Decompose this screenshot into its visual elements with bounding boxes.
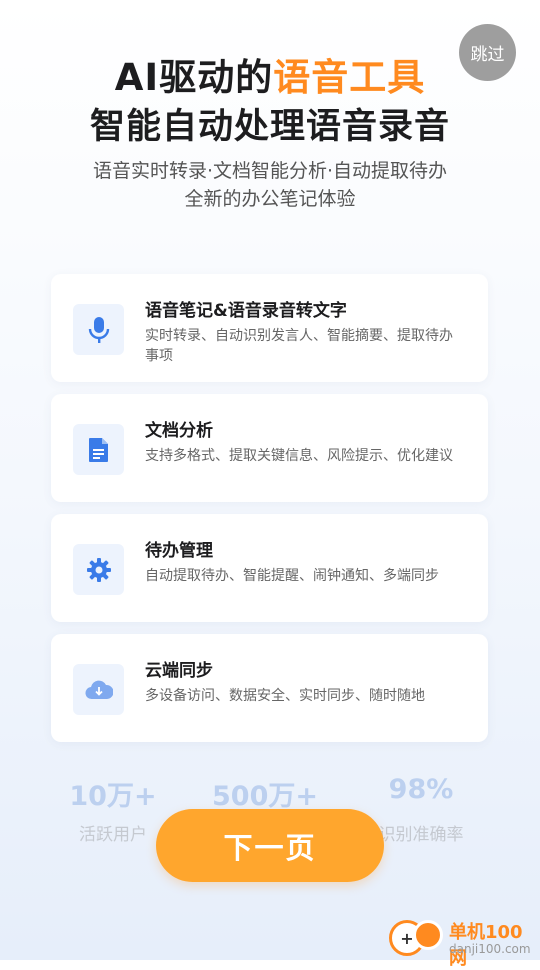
subtitle-line2: 全新的办公笔记体验 xyxy=(184,188,356,210)
feature-card-voice: 语音笔记&语音录音转文字 实时转录、自动识别发言人、智能摘要、提取待办事项 xyxy=(51,274,488,382)
watermark-dot xyxy=(413,920,443,950)
subtitle-line1: 语音实时转录·文档智能分析·自动提取待办 xyxy=(92,160,448,182)
watermark: + 单机100网 danji100.com xyxy=(389,912,540,969)
stat-value: 500万+ xyxy=(212,781,318,812)
gear-icon xyxy=(73,544,124,595)
feature-desc: 多设备访问、数据安全、实时同步、随时随地 xyxy=(145,688,425,704)
feature-card-todo: 待办管理 自动提取待办、智能提醒、闹钟通知、多端同步 xyxy=(51,514,488,622)
feature-desc: 自动提取待办、智能提醒、闹钟通知、多端同步 xyxy=(145,568,439,584)
stat-value: 10万+ xyxy=(69,781,157,812)
microphone-icon xyxy=(73,304,124,355)
cloud-download-icon xyxy=(73,664,124,715)
feature-desc: 实时转录、自动识别发言人、智能摘要、提取待办事项 xyxy=(145,328,453,364)
headline-highlight: 语音工具 xyxy=(273,56,426,99)
next-page-button[interactable]: 下一页 xyxy=(156,809,384,882)
headline-line2: 智能自动处理语音录音 xyxy=(89,107,450,147)
headline-line1: AI驱动的语音工具 xyxy=(0,54,540,102)
feature-title: 待办管理 xyxy=(145,541,213,561)
feature-title: 云端同步 xyxy=(145,661,213,681)
stat-label: 活跃用户 xyxy=(79,825,147,845)
feature-card-document: 文档分析 支持多格式、提取关键信息、风险提示、优化建议 xyxy=(51,394,488,502)
feature-title: 语音笔记&语音录音转文字 xyxy=(145,301,347,321)
stat-value: 98% xyxy=(388,774,454,805)
feature-card-cloud: 云端同步 多设备访问、数据安全、实时同步、随时随地 xyxy=(51,634,488,742)
document-icon xyxy=(73,424,124,475)
feature-title: 文档分析 xyxy=(145,421,213,441)
headline-prefix: AI驱动的 xyxy=(114,56,274,99)
watermark-url: danji100.com xyxy=(449,942,531,956)
feature-desc: 支持多格式、提取关键信息、风险提示、优化建议 xyxy=(145,448,453,464)
